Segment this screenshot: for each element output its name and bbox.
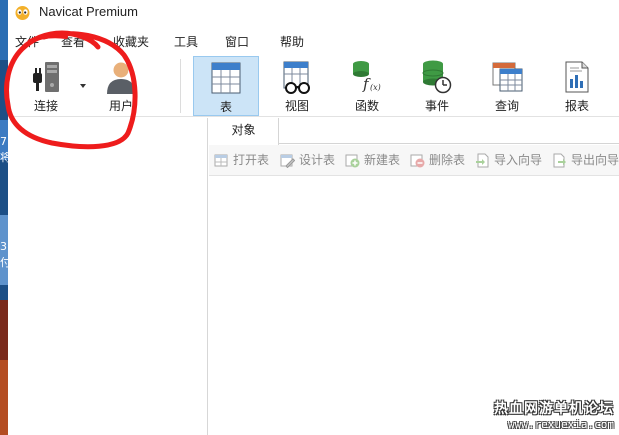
watermark-site-name: 热血网游单机论坛 [494, 401, 614, 417]
query-button[interactable]: 查询 [474, 56, 540, 116]
connection-tree-pane[interactable] [8, 118, 208, 435]
desktop-glyph: 7 [0, 136, 7, 148]
view-label: 视图 [284, 99, 309, 113]
connection-dropdown-arrow-icon[interactable] [80, 84, 86, 88]
desktop-glyph: 付 [0, 257, 8, 269]
view-icon [283, 61, 310, 94]
event-icon [422, 60, 452, 94]
navicat-logo-icon [15, 6, 30, 20]
desktop-background-strip: 7 将 3 付 [0, 0, 8, 435]
menu-help[interactable]: 帮助 [280, 33, 304, 50]
export-icon [553, 153, 566, 168]
connection-button[interactable]: 连接 [13, 56, 79, 116]
watermark: 热血网游单机论坛 www.rexuexia.com [494, 398, 614, 431]
toolbar-separator [180, 59, 181, 113]
design-table-icon [280, 154, 295, 168]
delete-table-label: 删除表 [429, 153, 466, 167]
main-toolbar: 连接 用户 表 视图 f (x) 函数 事件 查询 报表 [8, 53, 619, 117]
import-wizard-label: 导入向导 [494, 153, 543, 167]
new-table-label: 新建表 [364, 153, 401, 167]
report-label: 报表 [564, 99, 589, 113]
user-label: 用户 [108, 99, 133, 113]
view-button[interactable]: 视图 [264, 56, 330, 116]
event-label: 事件 [424, 99, 449, 113]
query-icon [492, 62, 523, 92]
window-title: Navicat Premium [39, 4, 138, 19]
desktop-glyph: 将 [0, 152, 8, 164]
title-bar[interactable]: Navicat Premium [8, 0, 619, 27]
menu-file[interactable]: 文件 [15, 33, 39, 50]
menu-tools[interactable]: 工具 [174, 33, 198, 50]
svg-text:(x): (x) [370, 83, 381, 92]
user-icon [107, 62, 135, 94]
table-icon [211, 62, 241, 94]
function-button[interactable]: f (x) 函数 [334, 56, 400, 116]
user-button[interactable]: 用户 [88, 56, 154, 116]
report-button[interactable]: 报表 [544, 56, 610, 116]
report-icon [565, 61, 589, 93]
export-wizard-label: 导出向导 [571, 153, 619, 167]
object-toolbar: 打开表 设计表 新建表 删除表 导入向导 导出向导 [209, 145, 619, 176]
menu-bar: 文件 查看 收藏夹 工具 窗口 帮助 [8, 27, 619, 53]
design-table-label: 设计表 [299, 153, 336, 167]
object-list-area[interactable] [209, 177, 619, 435]
table-label: 表 [219, 100, 232, 114]
import-icon [476, 153, 489, 168]
connection-label: 连接 [33, 99, 58, 113]
object-tab-bar: 对象 [209, 118, 619, 145]
open-table-icon [214, 154, 228, 167]
connection-plug-icon [33, 62, 59, 92]
open-table-label: 打开表 [233, 153, 270, 167]
delete-table-minus-icon [410, 154, 425, 168]
table-button[interactable]: 表 [193, 56, 259, 116]
query-label: 查询 [494, 99, 519, 113]
desktop-glyph: 3 [0, 241, 7, 253]
function-label: 函数 [354, 99, 379, 113]
function-icon: f (x) [353, 61, 381, 93]
event-button[interactable]: 事件 [404, 56, 470, 116]
menu-favorites[interactable]: 收藏夹 [113, 33, 149, 50]
watermark-domain: www.rexuexia.com [508, 418, 614, 431]
new-table-plus-icon [345, 154, 360, 168]
menu-view[interactable]: 查看 [61, 33, 85, 50]
tab-objects[interactable]: 对象 [209, 118, 279, 145]
menu-window[interactable]: 窗口 [225, 33, 249, 50]
